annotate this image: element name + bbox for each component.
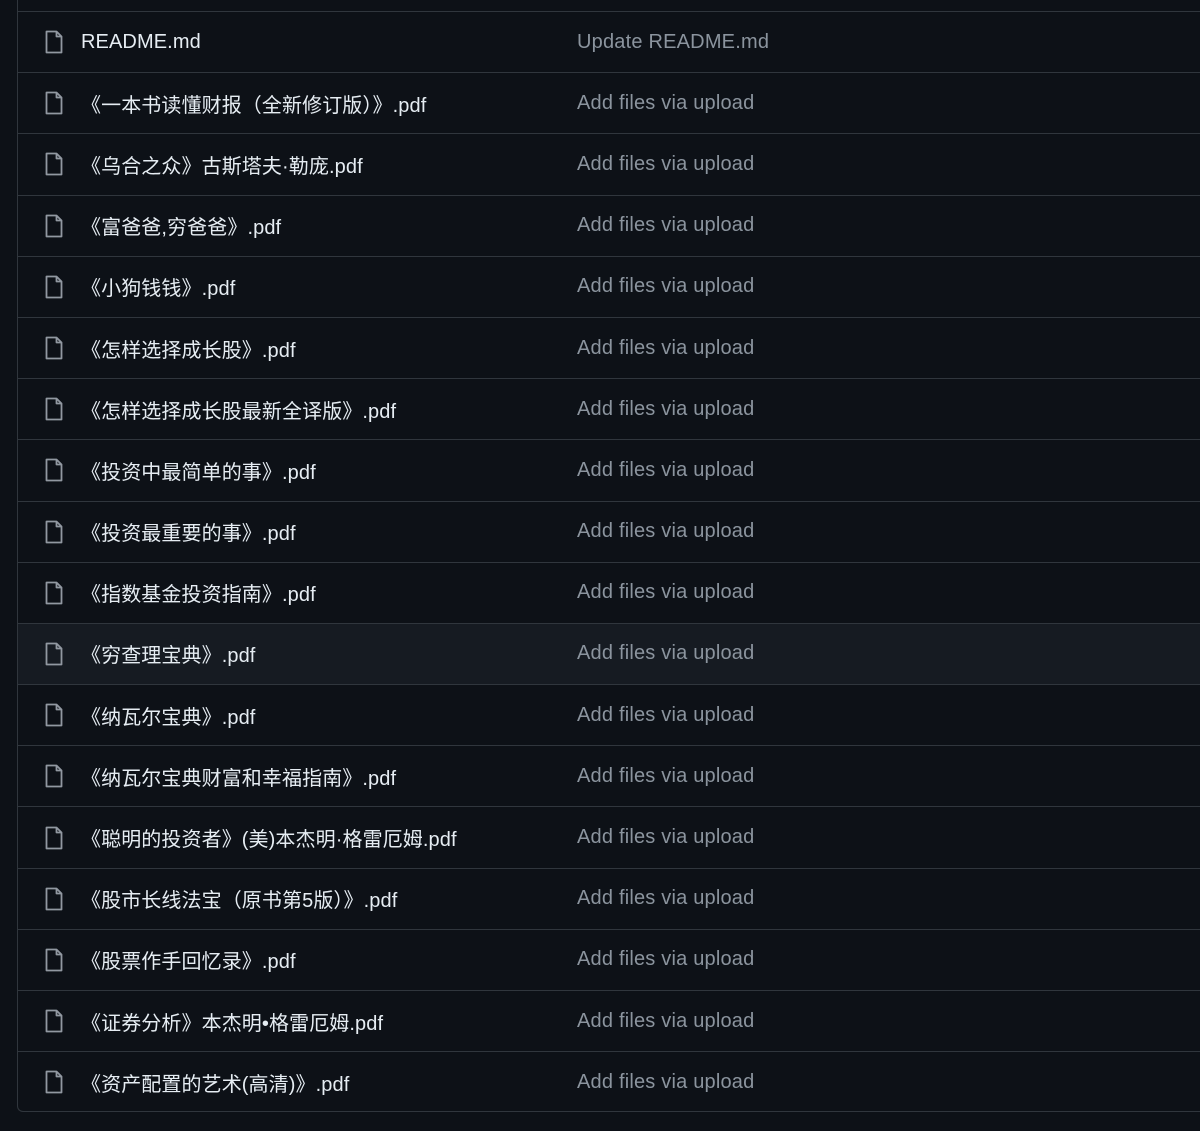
file-row[interactable]: 《纳瓦尔宝典》.pdf Add files via upload — [18, 684, 1200, 745]
file-name-link[interactable]: 《纳瓦尔宝典财富和幸福指南》.pdf — [81, 762, 396, 791]
file-list-top-edge — [18, 0, 1200, 11]
file-name-link[interactable]: 《怎样选择成长股》.pdf — [81, 334, 296, 363]
file-icon — [45, 30, 63, 54]
commit-message-link[interactable]: Add files via upload — [577, 704, 754, 727]
file-name-link[interactable]: 《投资中最简单的事》.pdf — [81, 456, 316, 485]
file-name-link[interactable]: 《资产配置的艺术(高清)》.pdf — [81, 1068, 349, 1097]
file-name-link[interactable]: 《聪明的投资者》(美)本杰明·格雷厄姆.pdf — [81, 823, 457, 852]
commit-message-link[interactable]: Add files via upload — [577, 337, 754, 360]
file-name-link[interactable]: 《乌合之众》古斯塔夫·勒庞.pdf — [81, 150, 363, 179]
file-list: README.md Update README.md 《一本书读懂财报（全新修订… — [17, 0, 1200, 1112]
file-icon — [45, 336, 63, 360]
file-row[interactable]: README.md Update README.md — [18, 11, 1200, 72]
commit-message-link[interactable]: Add files via upload — [577, 459, 754, 482]
file-row[interactable]: 《富爸爸,穷爸爸》.pdf Add files via upload — [18, 194, 1200, 256]
file-row[interactable]: 《怎样选择成长股》.pdf Add files via upload — [18, 316, 1200, 378]
file-name-link[interactable]: 《证券分析》本杰明•格雷厄姆.pdf — [81, 1007, 383, 1036]
file-icon — [45, 397, 63, 421]
commit-message-link[interactable]: Add files via upload — [577, 826, 754, 849]
commit-message-link[interactable]: Add files via upload — [577, 887, 754, 910]
file-name-link[interactable]: 《穷查理宝典》.pdf — [81, 639, 255, 668]
file-row[interactable]: 《证券分析》本杰明•格雷厄姆.pdf Add files via upload — [18, 990, 1200, 1051]
file-row[interactable]: 《一本书读懂财报（全新修订版）》.pdf Add files via uploa… — [18, 72, 1200, 133]
file-row[interactable]: 《股票作手回忆录》.pdf Add files via upload — [18, 928, 1200, 990]
file-row[interactable]: 《聪明的投资者》(美)本杰明·格雷厄姆.pdf Add files via up… — [18, 806, 1200, 867]
file-name-link[interactable]: 《富爸爸,穷爸爸》.pdf — [81, 211, 281, 240]
file-name-link[interactable]: 《股市长线法宝（原书第5版）》.pdf — [81, 884, 397, 913]
file-icon — [45, 1009, 63, 1033]
file-row[interactable]: 《投资中最简单的事》.pdf Add files via upload — [18, 439, 1200, 500]
file-name-link[interactable]: 《指数基金投资指南》.pdf — [81, 578, 316, 607]
file-icon — [45, 764, 63, 788]
file-icon — [45, 581, 63, 605]
file-name-link[interactable]: README.md — [81, 31, 201, 54]
file-icon — [45, 1070, 63, 1094]
file-icon — [45, 642, 63, 666]
file-icon — [45, 153, 63, 176]
commit-message-link[interactable]: Add files via upload — [577, 520, 754, 543]
file-icon — [45, 275, 63, 299]
file-name-link[interactable]: 《怎样选择成长股最新全译版》.pdf — [81, 395, 396, 424]
commit-message-link[interactable]: Add files via upload — [577, 581, 754, 604]
file-icon — [45, 459, 63, 482]
commit-message-link[interactable]: Add files via upload — [577, 948, 754, 971]
commit-message-link[interactable]: Add files via upload — [577, 214, 754, 237]
file-icon — [45, 826, 63, 849]
commit-message-link[interactable]: Add files via upload — [577, 1010, 754, 1033]
file-name-link[interactable]: 《投资最重要的事》.pdf — [81, 517, 296, 546]
file-icon — [45, 91, 63, 115]
file-row[interactable]: 《投资最重要的事》.pdf Add files via upload — [18, 500, 1200, 562]
commit-message-link[interactable]: Update README.md — [577, 31, 769, 54]
file-row[interactable]: 《资产配置的艺术(高清)》.pdf Add files via upload — [18, 1051, 1200, 1112]
file-name-link[interactable]: 《一本书读懂财报（全新修订版）》.pdf — [81, 89, 426, 118]
file-icon — [45, 703, 63, 727]
file-name-link[interactable]: 《股票作手回忆录》.pdf — [81, 945, 296, 974]
commit-message-link[interactable]: Add files via upload — [577, 765, 754, 788]
commit-message-link[interactable]: Add files via upload — [577, 642, 754, 665]
file-row[interactable]: 《纳瓦尔宝典财富和幸福指南》.pdf Add files via upload — [18, 745, 1200, 806]
file-row[interactable]: 《怎样选择成长股最新全译版》.pdf Add files via upload — [18, 378, 1200, 439]
commit-message-link[interactable]: Add files via upload — [577, 275, 754, 298]
commit-message-link[interactable]: Add files via upload — [577, 153, 754, 176]
file-row[interactable]: 《股市长线法宝（原书第5版）》.pdf Add files via upload — [18, 867, 1200, 929]
file-row[interactable]: 《穷查理宝典》.pdf Add files via upload — [18, 622, 1200, 685]
file-row[interactable]: 《小狗钱钱》.pdf Add files via upload — [18, 255, 1200, 317]
file-icon — [45, 520, 63, 543]
file-name-link[interactable]: 《纳瓦尔宝典》.pdf — [81, 701, 255, 730]
file-icon — [45, 214, 63, 238]
file-name-link[interactable]: 《小狗钱钱》.pdf — [81, 272, 235, 301]
file-row[interactable]: 《指数基金投资指南》.pdf Add files via upload — [18, 561, 1200, 623]
file-row[interactable]: 《乌合之众》古斯塔夫·勒庞.pdf Add files via upload — [18, 133, 1200, 194]
file-icon — [45, 887, 63, 911]
commit-message-link[interactable]: Add files via upload — [577, 1071, 754, 1094]
commit-message-link[interactable]: Add files via upload — [577, 398, 754, 421]
file-icon — [45, 948, 63, 972]
commit-message-link[interactable]: Add files via upload — [577, 92, 754, 115]
